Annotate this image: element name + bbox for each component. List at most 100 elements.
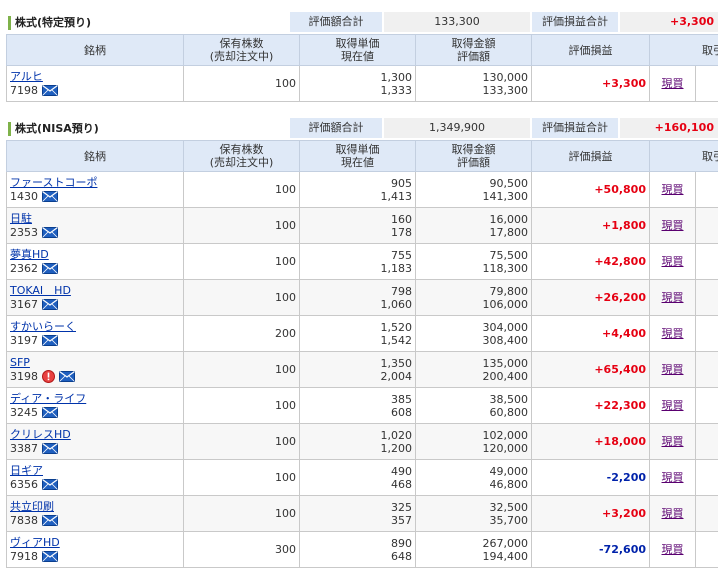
buy-link[interactable]: 現買 [662, 507, 684, 520]
buy-link[interactable]: 現買 [662, 399, 684, 412]
envelope-icon[interactable] [42, 335, 58, 346]
cell-price: 1,020 1,200 [299, 423, 416, 460]
header-price-line2: 現在値 [341, 156, 374, 169]
envelope-icon[interactable] [59, 371, 75, 382]
header-shares-line2: (売却注文中) [209, 156, 274, 169]
stock-name-link[interactable]: ヴィアHD [10, 536, 180, 549]
cell-gain: +18,000 [531, 423, 650, 460]
section-header: 株式(特定預り) 評価額合計 133,300 評価損益合計 +3,300 [0, 10, 718, 34]
envelope-icon[interactable] [42, 263, 58, 274]
stock-name-link[interactable]: 夢真HD [10, 248, 180, 261]
envelope-icon[interactable] [42, 85, 58, 96]
stock-code: 3167 [10, 298, 38, 311]
cell-action: 現買 [649, 171, 696, 208]
cell-action-extra [695, 243, 718, 280]
cell-symbol: すかいらーく 3197 [6, 315, 184, 352]
current-price: 357 [391, 513, 412, 527]
alert-icon[interactable] [42, 370, 55, 383]
section-title: 株式(NISA預り) [8, 122, 99, 136]
cell-amount: 267,000 194,400 [415, 531, 532, 568]
stock-name-link[interactable]: ファーストコーポ [10, 176, 180, 189]
cost-amount: 79,800 [489, 284, 529, 298]
eval-amount: 118,300 [482, 261, 529, 275]
buy-link[interactable]: 現買 [662, 183, 684, 196]
stock-code: 2362 [10, 262, 38, 275]
cost-price: 890 [391, 536, 412, 550]
buy-link[interactable]: 現買 [662, 219, 684, 232]
header-symbol: 銘柄 [6, 34, 184, 66]
envelope-icon[interactable] [42, 407, 58, 418]
code-line: 7198 [10, 84, 180, 97]
stock-name-link[interactable]: 日ギア [10, 464, 180, 477]
cell-amount: 304,000 308,400 [415, 315, 532, 352]
gain-total-value: +160,100 [620, 118, 718, 138]
cell-symbol: 夢真HD 2362 [6, 243, 184, 280]
table-header-row: 銘柄 保有株数(売却注文中) 取得単価現在値 取得金額評価額 評価損益 取引 [6, 34, 718, 66]
cell-action: 現買 [649, 315, 696, 352]
cost-price: 755 [391, 248, 412, 262]
header-amount-line1: 取得金額 [451, 143, 496, 156]
cost-price: 905 [391, 176, 412, 190]
table-body: アルヒ 7198 100 1,300 1,333 130,000 133,300 +3,300… [6, 65, 718, 102]
cell-action: 現買 [649, 279, 696, 316]
cell-price: 1,300 1,333 [299, 65, 416, 102]
envelope-icon[interactable] [42, 227, 58, 238]
cell-shares: 100 [183, 207, 300, 244]
gain-total-label: 評価損益合計 [532, 12, 618, 32]
header-gain: 評価損益 [531, 140, 650, 172]
stock-name-link[interactable]: アルヒ [10, 70, 180, 83]
cell-price: 755 1,183 [299, 243, 416, 280]
eval-amount: 60,800 [489, 405, 529, 419]
buy-link[interactable]: 現買 [662, 291, 684, 304]
cell-symbol: ファーストコーポ 1430 [6, 171, 184, 208]
current-price: 648 [391, 549, 412, 563]
envelope-icon[interactable] [42, 479, 58, 490]
envelope-icon[interactable] [42, 551, 58, 562]
cell-shares: 100 [183, 351, 300, 388]
buy-link[interactable]: 現買 [662, 363, 684, 376]
envelope-icon[interactable] [42, 191, 58, 202]
stock-name-link[interactable]: 日駐 [10, 212, 180, 225]
cell-action-extra [695, 495, 718, 532]
cost-price: 490 [391, 464, 412, 478]
envelope-icon[interactable] [42, 443, 58, 454]
buy-link[interactable]: 現買 [662, 77, 684, 90]
eval-total-label: 評価額合計 [290, 118, 382, 138]
header-trade: 取引 [649, 34, 718, 66]
cost-price: 385 [391, 392, 412, 406]
stock-name-link[interactable]: 共立印刷 [10, 500, 180, 513]
table-row: ディア・ライフ 3245 100 385 608 38,500 60,800 +22,300 現… [6, 387, 718, 424]
cell-amount: 16,000 17,800 [415, 207, 532, 244]
stock-name-link[interactable]: すかいらーく [10, 320, 180, 333]
stock-name-link[interactable]: TOKAI HD [10, 284, 180, 297]
envelope-icon[interactable] [42, 515, 58, 526]
cell-shares: 100 [183, 423, 300, 460]
stock-code: 7838 [10, 514, 38, 527]
cell-amount: 32,500 35,700 [415, 495, 532, 532]
header-shares-line1: 保有株数 [219, 143, 264, 156]
buy-link[interactable]: 現買 [662, 543, 684, 556]
header-amount-line2: 評価額 [457, 156, 490, 169]
envelope-icon[interactable] [42, 299, 58, 310]
cell-action-extra [695, 279, 718, 316]
code-line: 7838 [10, 514, 180, 527]
buy-link[interactable]: 現買 [662, 255, 684, 268]
cell-price: 1,350 2,004 [299, 351, 416, 388]
cell-action: 現買 [649, 351, 696, 388]
cell-action-extra [695, 65, 718, 102]
code-line: 7918 [10, 550, 180, 563]
stock-name-link[interactable]: ディア・ライフ [10, 392, 180, 405]
eval-amount: 141,300 [482, 189, 529, 203]
cell-symbol: アルヒ 7198 [6, 65, 184, 102]
buy-link[interactable]: 現買 [662, 471, 684, 484]
stock-code: 7198 [10, 84, 38, 97]
cost-amount: 16,000 [489, 212, 529, 226]
stock-name-link[interactable]: クリレスHD [10, 428, 180, 441]
cell-action-extra [695, 207, 718, 244]
buy-link[interactable]: 現買 [662, 435, 684, 448]
cost-price: 1,350 [380, 356, 413, 370]
stock-name-link[interactable]: SFP [10, 356, 180, 369]
cost-amount: 135,000 [482, 356, 529, 370]
cell-action: 現買 [649, 495, 696, 532]
buy-link[interactable]: 現買 [662, 327, 684, 340]
